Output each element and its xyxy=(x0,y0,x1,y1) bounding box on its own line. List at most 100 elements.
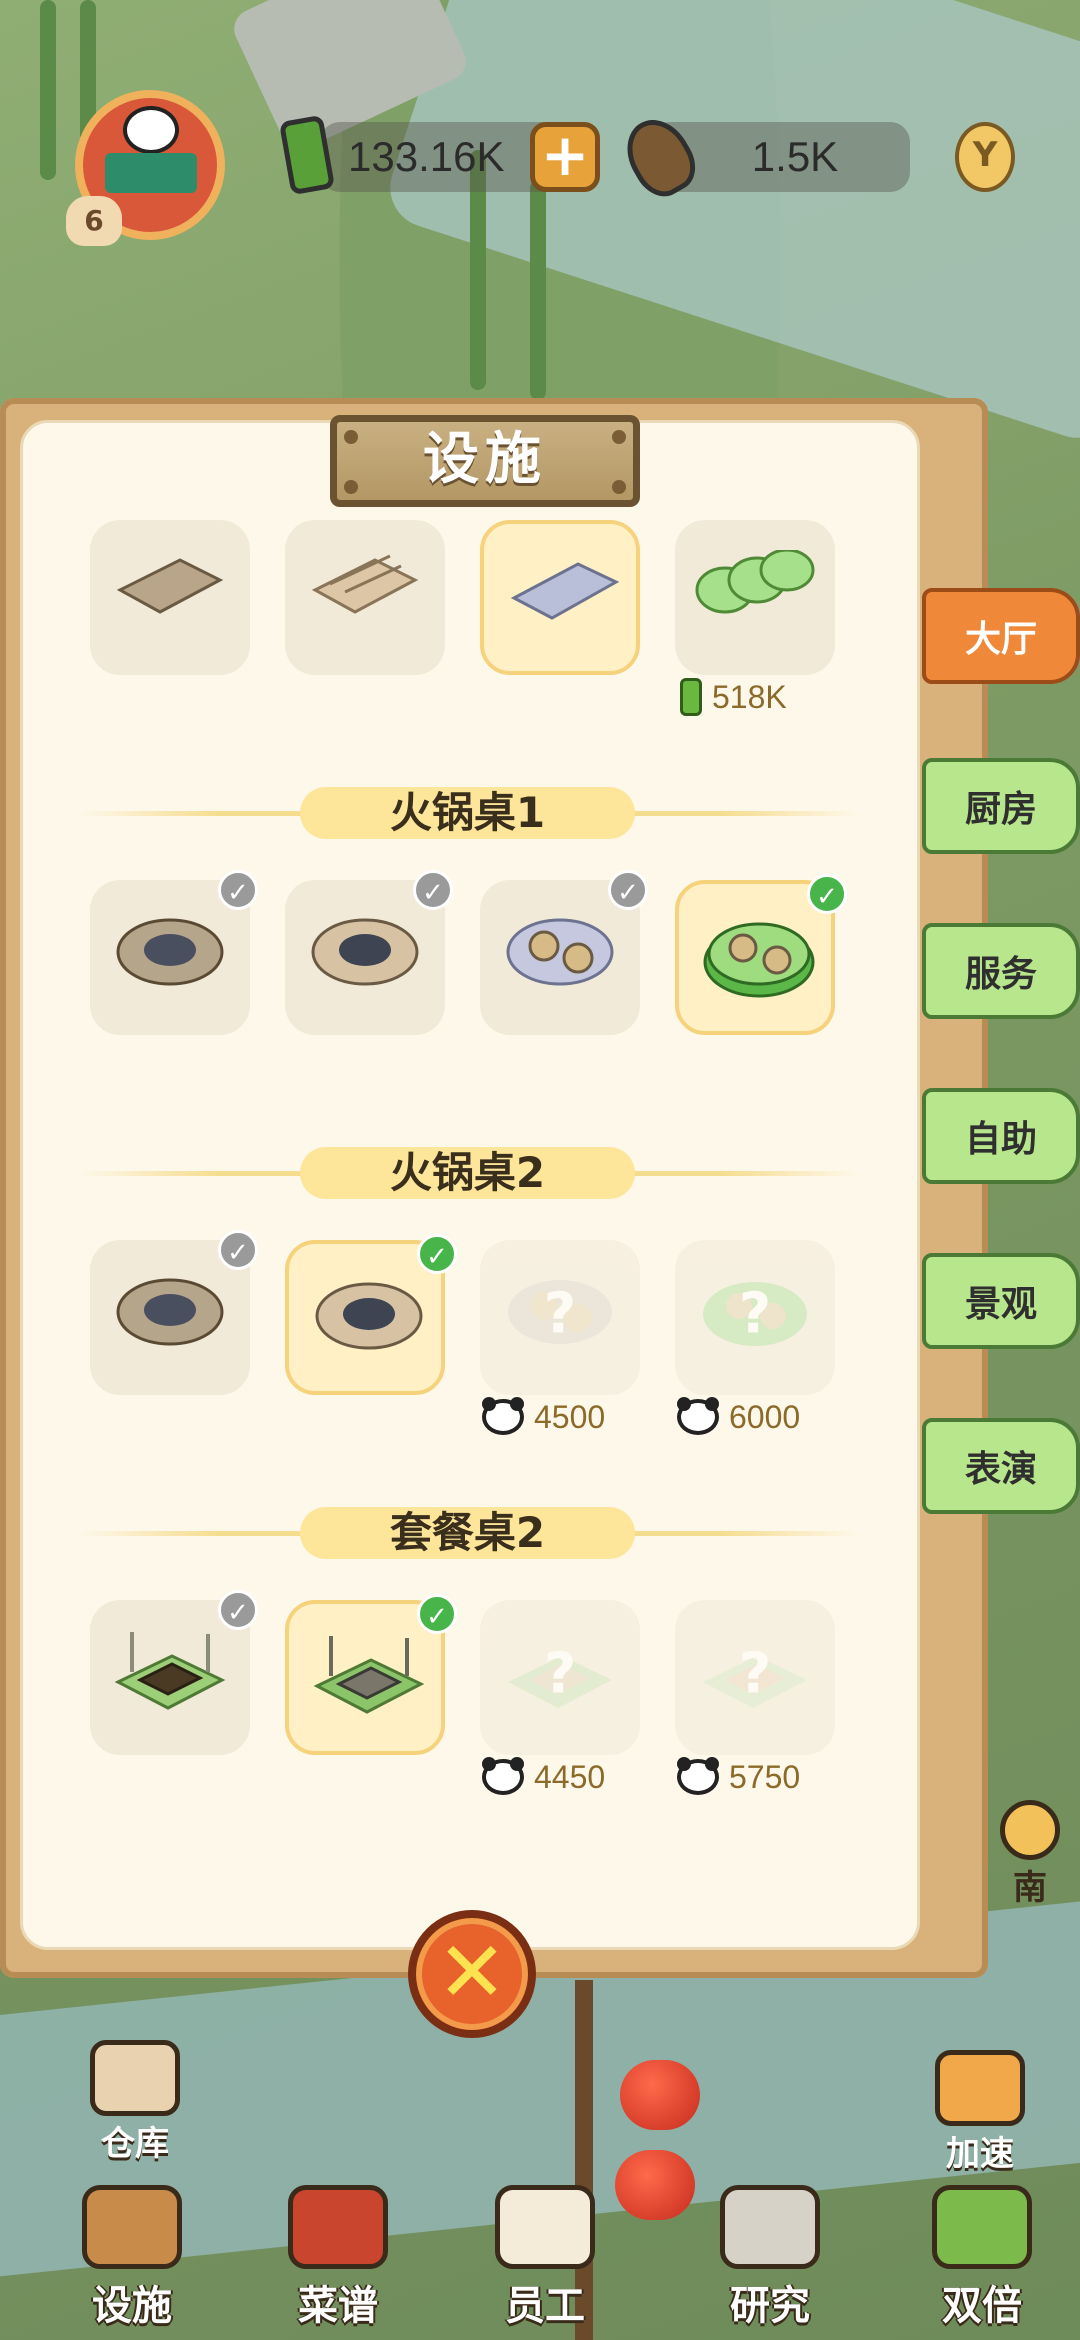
level-badge: 6 xyxy=(66,196,122,246)
warehouse-button[interactable]: 仓库 xyxy=(80,2040,190,2165)
hotpot-table-icon xyxy=(311,918,419,986)
bamboo-shoot-amount: 1.5K xyxy=(751,133,839,180)
guide-label: 南 xyxy=(1013,1868,1047,1908)
speed-up-label: 加速 xyxy=(946,2134,1014,2174)
pavilion-icon xyxy=(105,153,197,193)
facility-item-set-table-locked-1[interactable]: ? xyxy=(480,1600,640,1755)
nav-double[interactable]: 双倍 xyxy=(912,2185,1052,2331)
owned-check-icon: ✓ xyxy=(218,1230,258,1270)
price-value: 4450 xyxy=(534,1758,606,1795)
bamboo-disc-table-icon xyxy=(695,550,815,614)
section-title: 套餐桌2 xyxy=(300,1507,635,1559)
warehouse-icon xyxy=(90,2040,180,2116)
question-icon xyxy=(1000,1800,1060,1860)
nav-label: 设施 xyxy=(92,2283,172,2329)
set-table-garden-icon xyxy=(114,1632,226,1710)
bamboo-pot-table-icon xyxy=(703,922,815,998)
panel-title: 设施 xyxy=(330,415,640,507)
hotpot-table-icon xyxy=(116,918,224,986)
locked-question-icon: ? xyxy=(738,1281,772,1347)
panda-coin-icon xyxy=(482,1757,524,1795)
nail xyxy=(612,480,626,494)
facility-item-hotpot1-stone[interactable]: ✓ xyxy=(480,870,648,1035)
price-value: 518K xyxy=(712,678,787,715)
panda-icon xyxy=(123,106,179,154)
hotpot-table-icon xyxy=(315,1282,423,1350)
locked-question-icon: ? xyxy=(543,1641,577,1707)
facility-item-set-table-locked-2[interactable]: ? xyxy=(675,1600,835,1755)
bamboo-amount: 133.16K xyxy=(348,133,505,180)
section-title: 火锅桌2 xyxy=(300,1147,635,1199)
facility-item-hotpot1-light[interactable]: ✓ xyxy=(285,870,453,1035)
hammer-icon xyxy=(82,2185,182,2269)
equipped-check-icon: ✓ xyxy=(417,1234,457,1274)
equipped-check-icon: ✓ xyxy=(807,874,847,914)
tab-service[interactable]: 服务 xyxy=(922,923,1080,1019)
facility-item-wood-table[interactable] xyxy=(90,520,250,675)
lightbulb-icon[interactable]: Y xyxy=(955,122,1015,192)
nav-label: 研究 xyxy=(730,2283,810,2329)
slat-bench-icon xyxy=(311,554,419,614)
nav-research[interactable]: 研究 xyxy=(700,2185,840,2331)
facility-item-hotpot2-locked-stone[interactable]: ? xyxy=(480,1240,640,1395)
fast-forward-icon xyxy=(935,2050,1025,2126)
nav-label: 员工 xyxy=(505,2283,585,2329)
owned-check-icon: ✓ xyxy=(218,870,258,910)
owned-check-icon: ✓ xyxy=(413,870,453,910)
tab-self-service[interactable]: 自助 xyxy=(922,1088,1080,1184)
facility-item-set-table-slat[interactable]: ✓ xyxy=(285,1594,457,1755)
facility-item-bamboo-table[interactable] xyxy=(675,520,835,675)
panda-coin-icon xyxy=(482,1397,524,1435)
facility-item-slat-table[interactable] xyxy=(285,520,445,675)
facility-item-set-table-wood[interactable]: ✓ xyxy=(90,1590,258,1755)
add-currency-button[interactable]: + xyxy=(530,122,600,192)
locked-question-icon: ? xyxy=(738,1641,772,1707)
tab-lobby[interactable]: 大厅 xyxy=(922,588,1080,684)
nav-label: 双倍 xyxy=(942,2283,1022,2329)
nav-facility[interactable]: 设施 xyxy=(62,2185,202,2331)
nail xyxy=(344,430,358,444)
price-value: 5750 xyxy=(729,1758,801,1795)
red-lantern xyxy=(620,2060,700,2130)
speed-up-button[interactable]: 加速 xyxy=(925,2050,1035,2175)
staff-card-icon xyxy=(495,2185,595,2269)
menu-book-icon xyxy=(288,2185,388,2269)
bamboo-stalk xyxy=(530,180,546,400)
item-price: 4500 xyxy=(482,1397,605,1437)
facility-item-hotpot2-locked-bamboo[interactable]: ? xyxy=(675,1240,835,1395)
warehouse-label: 仓库 xyxy=(101,2124,169,2164)
facility-item-hotpot2-light[interactable]: ✓ xyxy=(285,1234,457,1395)
panda-coin-icon xyxy=(677,1397,719,1435)
owned-check-icon: ✓ xyxy=(608,870,648,910)
bamboo-currency-icon xyxy=(680,678,702,716)
red-lantern xyxy=(615,2150,695,2220)
nail xyxy=(344,480,358,494)
stone-bench-icon xyxy=(510,562,620,620)
facility-item-hotpot1-bamboo[interactable]: ✓ xyxy=(675,874,847,1035)
item-price: 4450 xyxy=(482,1757,605,1797)
item-price: 5750 xyxy=(677,1757,800,1797)
nav-label: 菜谱 xyxy=(298,2283,378,2329)
facility-item-stone-table[interactable] xyxy=(480,520,640,675)
close-icon[interactable]: ✕ xyxy=(408,1910,536,2038)
set-table-garden-icon xyxy=(313,1636,425,1714)
nail xyxy=(612,430,626,444)
facility-item-hotpot2-wood[interactable]: ✓ xyxy=(90,1230,258,1395)
item-price: 518K xyxy=(680,677,787,717)
equipped-check-icon: ✓ xyxy=(417,1594,457,1634)
facility-item-hotpot1-wood[interactable]: ✓ xyxy=(90,870,258,1035)
item-price: 6000 xyxy=(677,1397,800,1437)
guide-button[interactable]: 南 xyxy=(985,1800,1075,1909)
locked-question-icon: ? xyxy=(543,1281,577,1347)
double-pot-table-icon xyxy=(506,918,614,986)
wood-bench-icon xyxy=(116,558,224,614)
nav-staff[interactable]: 员工 xyxy=(475,2185,615,2331)
tab-performance[interactable]: 表演 xyxy=(922,1418,1080,1514)
price-value: 6000 xyxy=(729,1398,801,1435)
hotpot-table-icon xyxy=(116,1278,224,1346)
tab-landscape[interactable]: 景观 xyxy=(922,1253,1080,1349)
tab-kitchen[interactable]: 厨房 xyxy=(922,758,1080,854)
joystick-icon xyxy=(720,2185,820,2269)
cart-icon xyxy=(932,2185,1032,2269)
nav-recipes[interactable]: 菜谱 xyxy=(268,2185,408,2331)
